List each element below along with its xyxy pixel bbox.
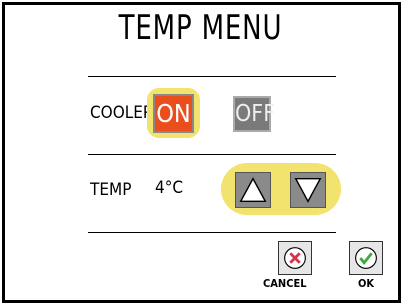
temp-up-button[interactable] bbox=[235, 172, 271, 208]
cancel-button[interactable] bbox=[278, 241, 312, 275]
temp-down-button[interactable] bbox=[290, 172, 326, 208]
x-circle-icon bbox=[284, 247, 306, 269]
divider-top bbox=[88, 76, 336, 77]
ok-label: OK bbox=[358, 277, 375, 290]
page-title: TEMP MENU bbox=[118, 8, 283, 48]
divider-middle bbox=[88, 154, 336, 155]
cooler-label: COOLER bbox=[90, 103, 154, 123]
temp-label: TEMP bbox=[90, 180, 132, 200]
cancel-label: CANCEL bbox=[263, 277, 307, 290]
triangle-down-icon bbox=[294, 177, 322, 203]
temp-value: 4°C bbox=[155, 178, 184, 198]
cooler-off-button[interactable]: OFF bbox=[233, 96, 275, 132]
cooler-on-button[interactable]: ON bbox=[153, 94, 194, 133]
divider-bottom bbox=[88, 232, 336, 233]
triangle-up-icon bbox=[239, 177, 267, 203]
check-circle-icon bbox=[355, 247, 377, 269]
ok-button[interactable] bbox=[349, 241, 383, 275]
